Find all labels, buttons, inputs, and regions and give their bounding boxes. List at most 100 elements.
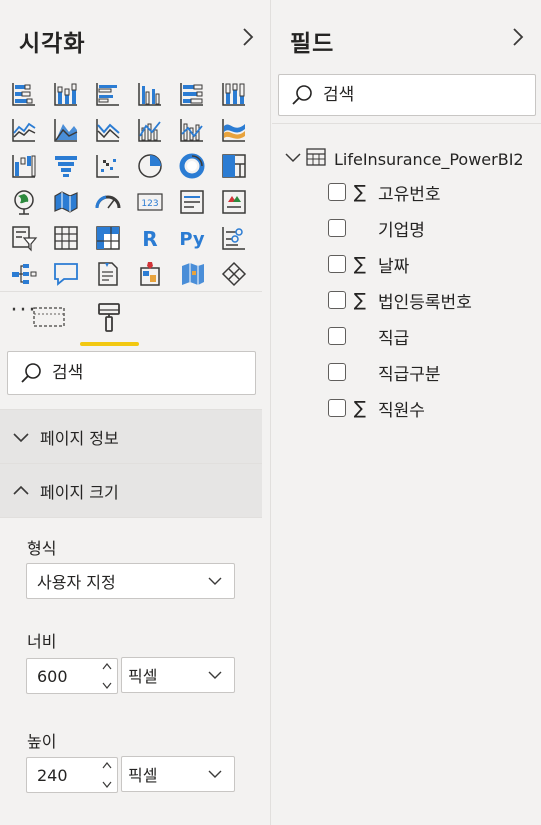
chevron-right-icon[interactable] bbox=[238, 24, 258, 50]
fields-search-box[interactable] bbox=[278, 74, 536, 116]
field-item[interactable]: 직급 bbox=[328, 322, 409, 350]
line-and-stacked-column-chart-icon[interactable] bbox=[132, 112, 168, 148]
format-search-input[interactable] bbox=[52, 363, 232, 383]
key-influencers-icon[interactable] bbox=[216, 220, 252, 256]
search-icon bbox=[292, 85, 312, 105]
decomposition-tree-icon[interactable] bbox=[6, 256, 42, 292]
kpi-icon[interactable] bbox=[216, 184, 252, 220]
search-icon bbox=[21, 363, 41, 383]
funnel-chart-icon[interactable] bbox=[48, 148, 84, 184]
gauge-icon[interactable] bbox=[90, 184, 126, 220]
field-checkbox[interactable] bbox=[328, 399, 346, 417]
smart-narrative-icon[interactable] bbox=[90, 256, 126, 292]
width-label: 너비 bbox=[27, 632, 57, 651]
chevron-right-icon[interactable] bbox=[508, 24, 528, 50]
format-search-box[interactable] bbox=[7, 351, 256, 395]
field-checkbox[interactable] bbox=[328, 219, 346, 237]
card-icon[interactable]: 123 bbox=[132, 184, 168, 220]
fields-well-tab-icon[interactable] bbox=[32, 300, 66, 334]
spin-up-icon[interactable] bbox=[101, 661, 113, 673]
field-checkbox[interactable] bbox=[328, 183, 346, 201]
matrix-icon[interactable] bbox=[90, 220, 126, 256]
pie-chart-icon[interactable] bbox=[132, 148, 168, 184]
donut-chart-icon[interactable] bbox=[174, 148, 210, 184]
field-name: 날짜 bbox=[378, 256, 410, 277]
visualizations-pane: 시각화 123 R Py ··· 검색 페이지 정보 페이지 크기 형식 사용자… bbox=[0, 0, 271, 825]
fields-search-input[interactable] bbox=[323, 85, 503, 105]
chevron-down-icon bbox=[208, 671, 222, 679]
divider bbox=[0, 517, 262, 518]
field-name: 직급구분 bbox=[378, 364, 441, 385]
type-select[interactable]: 사용자 지정 bbox=[26, 563, 235, 599]
height-value: 240 bbox=[37, 765, 68, 785]
table-icon[interactable] bbox=[48, 220, 84, 256]
field-item[interactable]: ∑ 고유번호 bbox=[328, 178, 441, 206]
chevron-down-icon[interactable] bbox=[284, 148, 302, 170]
table-icon bbox=[302, 148, 334, 170]
azure-map-icon[interactable] bbox=[174, 256, 210, 292]
field-item[interactable]: ∑ 법인등록번호 bbox=[328, 286, 472, 314]
100-stacked-column-chart-icon[interactable] bbox=[216, 76, 252, 112]
table-node[interactable]: LifeInsurance_PowerBI2 bbox=[284, 146, 524, 172]
multi-row-card-icon[interactable] bbox=[174, 184, 210, 220]
spin-up-icon[interactable] bbox=[101, 760, 113, 772]
field-checkbox[interactable] bbox=[328, 255, 346, 273]
height-unit-select[interactable]: 픽셀 bbox=[121, 756, 235, 792]
100-stacked-bar-chart-icon[interactable] bbox=[174, 76, 210, 112]
sigma-icon: ∑ bbox=[353, 253, 367, 275]
sigma-icon: ∑ bbox=[353, 397, 367, 419]
field-checkbox[interactable] bbox=[328, 363, 346, 381]
format-paintbrush-tab-icon[interactable] bbox=[92, 300, 126, 334]
chevron-down-icon bbox=[208, 770, 222, 778]
section-page-size[interactable]: 페이지 크기 bbox=[0, 464, 262, 518]
clustered-bar-chart-icon[interactable] bbox=[90, 76, 126, 112]
section-page-size-label: 페이지 크기 bbox=[40, 483, 119, 502]
slicer-icon[interactable] bbox=[6, 220, 42, 256]
treemap-icon[interactable] bbox=[216, 148, 252, 184]
field-checkbox[interactable] bbox=[328, 327, 346, 345]
filled-map-icon[interactable] bbox=[48, 184, 84, 220]
width-input[interactable]: 600 bbox=[26, 658, 118, 694]
fields-pane: 필드 LifeInsurance_PowerBI2 ∑ 고유번호 기업명 ∑ 날… bbox=[272, 0, 541, 825]
divider bbox=[0, 291, 262, 292]
stacked-area-chart-icon[interactable] bbox=[90, 112, 126, 148]
height-unit-value: 픽셀 bbox=[128, 766, 158, 785]
power-apps-icon[interactable] bbox=[216, 256, 252, 292]
ribbon-chart-icon[interactable] bbox=[216, 112, 252, 148]
type-select-value: 사용자 지정 bbox=[37, 573, 116, 592]
line-chart-icon[interactable] bbox=[6, 112, 42, 148]
field-item[interactable]: 직급구분 bbox=[328, 358, 441, 386]
stacked-column-chart-icon[interactable] bbox=[48, 76, 84, 112]
r-script-visual-icon[interactable]: R bbox=[132, 220, 168, 256]
chevron-down-icon bbox=[13, 433, 29, 443]
selected-tab-indicator bbox=[80, 342, 139, 346]
height-input[interactable]: 240 bbox=[26, 757, 118, 793]
scatter-chart-icon[interactable] bbox=[90, 148, 126, 184]
width-unit-value: 픽셀 bbox=[128, 667, 158, 686]
section-page-info[interactable]: 페이지 정보 bbox=[0, 410, 262, 464]
line-and-clustered-column-chart-icon[interactable] bbox=[174, 112, 210, 148]
clustered-column-chart-icon[interactable] bbox=[132, 76, 168, 112]
fields-title: 필드 bbox=[290, 31, 335, 57]
spin-down-icon[interactable] bbox=[101, 778, 113, 790]
width-value: 600 bbox=[37, 666, 68, 686]
field-item[interactable]: ∑ 날짜 bbox=[328, 250, 409, 278]
py-label: Py bbox=[179, 229, 205, 250]
r-label: R bbox=[142, 227, 157, 251]
area-chart-icon[interactable] bbox=[48, 112, 84, 148]
field-item[interactable]: 기업명 bbox=[328, 214, 425, 242]
field-name: 법인등록번호 bbox=[378, 292, 472, 313]
qa-icon[interactable] bbox=[48, 256, 84, 292]
width-unit-select[interactable]: 픽셀 bbox=[121, 657, 235, 693]
python-visual-icon[interactable]: Py bbox=[174, 220, 210, 256]
spin-down-icon[interactable] bbox=[101, 679, 113, 691]
waterfall-chart-icon[interactable] bbox=[6, 148, 42, 184]
map-icon[interactable] bbox=[6, 184, 42, 220]
svg-text:123: 123 bbox=[141, 199, 158, 209]
paginated-report-icon[interactable] bbox=[132, 256, 168, 292]
field-name: 직급 bbox=[378, 328, 410, 349]
field-item[interactable]: ∑ 직원수 bbox=[328, 394, 425, 422]
field-checkbox[interactable] bbox=[328, 291, 346, 309]
section-page-info-label: 페이지 정보 bbox=[40, 429, 119, 448]
stacked-bar-chart-icon[interactable] bbox=[6, 76, 42, 112]
